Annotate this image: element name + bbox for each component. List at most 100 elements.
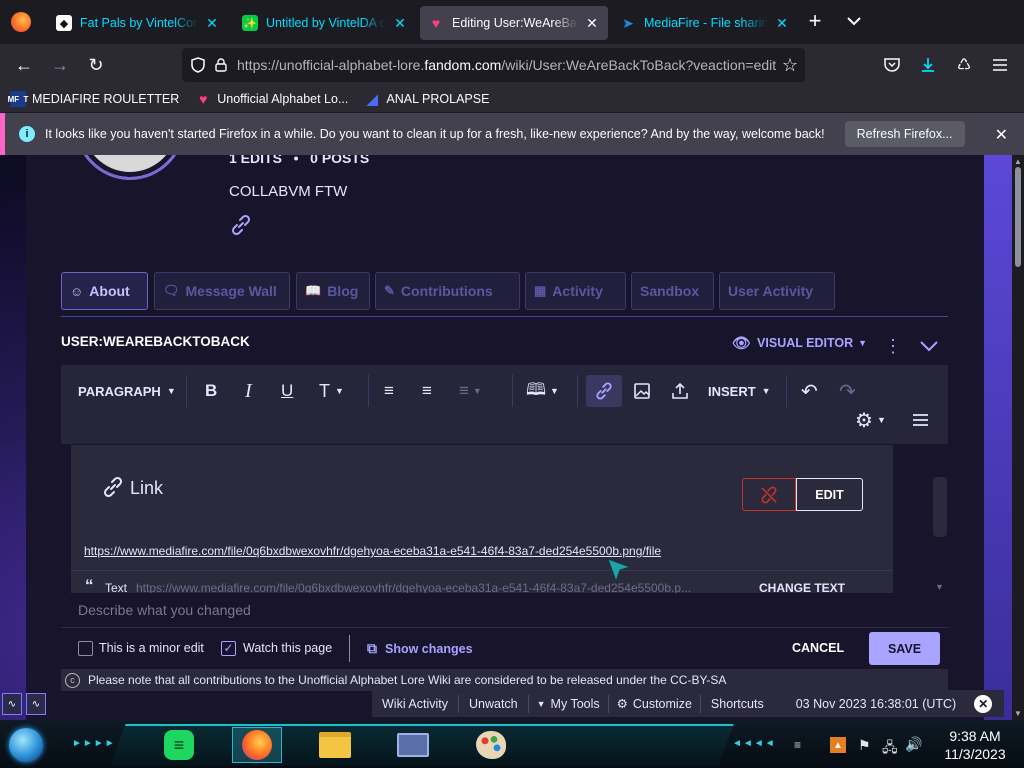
pocket-icon[interactable] (878, 51, 906, 79)
taskbar-control-panel-icon[interactable] (388, 727, 438, 763)
wiki-bar-widget-left[interactable]: ∿ (2, 693, 22, 715)
upload-icon[interactable] (671, 379, 689, 403)
back-arrow-icon[interactable]: ← (10, 51, 38, 79)
tab-untitled[interactable]: ✨ Untitled by VintelDA on ✕ (234, 6, 416, 40)
edit-link-button[interactable]: EDIT (796, 478, 863, 511)
unlink-button[interactable] (742, 478, 796, 511)
new-tab-button[interactable]: + (803, 10, 827, 34)
taskbar-file-explorer-icon[interactable] (310, 727, 360, 763)
downloads-icon[interactable] (914, 51, 942, 79)
tab-fat-pals[interactable]: ◆ Fat Pals by VintelCompa ✕ (48, 6, 228, 40)
close-tab-icon[interactable]: ✕ (774, 15, 790, 32)
underline-icon[interactable]: U (281, 379, 293, 403)
bold-icon[interactable]: B (205, 379, 217, 403)
insert-dropdown[interactable]: INSERT ▼ (708, 379, 771, 403)
close-toolbar-icon[interactable]: ✕ (974, 694, 993, 713)
italic-icon[interactable]: I (245, 379, 252, 403)
wiki-activity-link[interactable]: Wiki Activity (372, 697, 458, 711)
indent-icon[interactable]: ≡ ▼ (459, 379, 482, 403)
refresh-firefox-button[interactable]: Refresh Firefox... (844, 121, 965, 147)
bookmark-mediafire-rouletter[interactable]: MF T MEDIAFIRE ROULETTER (8, 91, 179, 107)
bookmark-star-icon[interactable]: ☆ (776, 51, 804, 79)
minor-edit-checkbox[interactable] (78, 641, 93, 656)
shortcuts-link[interactable]: Shortcuts (701, 697, 774, 711)
link-url[interactable]: https://www.mediafire.com/file/0q6bxdbwe… (84, 544, 661, 558)
tray-network-icon[interactable]: 🖧 (882, 737, 898, 761)
tab-editing-user[interactable]: ♥ Editing User:WeAreBack ✕ (420, 6, 608, 40)
more-options-icon[interactable]: ⋮ (884, 337, 902, 355)
page-title: USER:WEAREBACKTOBACK (61, 334, 250, 349)
show-hidden-icons-icon[interactable]: ≡ (794, 738, 801, 752)
avatar[interactable] (74, 155, 186, 180)
url-bar[interactable]: https://unofficial-alphabet-lore.fandom.… (182, 48, 805, 82)
close-tab-icon[interactable]: ✕ (204, 15, 220, 32)
close-tab-icon[interactable]: ✕ (392, 15, 408, 32)
edit-summary-input[interactable]: Describe what you changed (78, 602, 251, 618)
text-style-icon[interactable]: T ▼ (319, 379, 344, 403)
tracking-shield-icon[interactable] (191, 57, 205, 73)
tab-message-wall[interactable]: 🗨 Message Wall (154, 272, 290, 310)
watch-page-label: Watch this page (243, 641, 333, 655)
dialog-scrollbar[interactable] (933, 477, 947, 537)
my-tools-menu[interactable]: ▼ My Tools (529, 697, 608, 711)
undo-icon[interactable]: ↶ (801, 379, 818, 403)
redo-icon[interactable]: ↷ (839, 379, 856, 403)
tabs-divider (61, 316, 948, 317)
deviantart-icon: ✨ (242, 15, 258, 31)
show-changes-button[interactable]: ⧉ Show changes (367, 640, 473, 657)
cancel-button[interactable]: CANCEL (792, 641, 844, 655)
image-icon[interactable] (633, 379, 651, 403)
bookmark-unofficial-alphabet-lore[interactable]: ♥ Unofficial Alphabet Lo... (195, 91, 348, 107)
tab-user-activity[interactable]: User Activity (719, 272, 835, 310)
watch-page-checkbox[interactable]: ✓ (221, 641, 236, 656)
cite-book-icon[interactable]: 🕮 ▼ (526, 379, 559, 403)
hamburger-menu-icon[interactable] (912, 408, 929, 432)
bookmark-anal-prolapse[interactable]: ◢ ANAL PROLAPSE (364, 91, 489, 107)
taskbar-clock[interactable]: 9:38 AM 11/3/2023 (934, 727, 1016, 763)
compare-icon: ⧉ (367, 640, 377, 656)
wiki-bar-widget-right[interactable]: ∿ (26, 693, 46, 715)
hamburger-menu-icon[interactable] (986, 51, 1014, 79)
unwatch-link[interactable]: Unwatch (459, 697, 528, 711)
close-notification-icon[interactable]: ✕ (995, 125, 1008, 145)
scroll-down-icon[interactable]: ▼ (935, 582, 944, 592)
taskbar-firefox-icon[interactable] (232, 727, 282, 763)
tab-sandbox[interactable]: Sandbox (631, 272, 714, 310)
start-orb-button[interactable] (9, 728, 43, 762)
extensions-icon[interactable]: ♺ (950, 51, 978, 79)
mediafire-icon: ➤ (622, 14, 634, 31)
window-app-icon (397, 733, 429, 757)
bullet-list-icon[interactable]: ≡ (384, 379, 394, 403)
paragraph-format-dropdown[interactable]: PARAGRAPH ▼ (78, 379, 176, 403)
page-scrollbar[interactable]: ▲ ▼ (1012, 155, 1024, 720)
taskbar-paint-icon[interactable] (466, 727, 516, 763)
gear-icon[interactable]: ⚙ ▼ (855, 408, 886, 432)
customize-link[interactable]: ⚙ Customize (609, 696, 700, 712)
numbered-list-icon[interactable]: ≡ (422, 379, 432, 403)
tab-activity[interactable]: ▦ Activity (525, 272, 626, 310)
tray-flag-icon[interactable]: ⚑ (858, 737, 871, 754)
visual-editor-switch[interactable]: 👁 VISUAL EDITOR ▼ (732, 334, 867, 352)
tab-mediafire[interactable]: ➤ MediaFire - File sharing ✕ (612, 6, 798, 40)
scroll-up-icon[interactable]: ▲ (1014, 157, 1022, 166)
close-tab-icon[interactable]: ✕ (584, 15, 600, 32)
collapse-chevron-icon[interactable] (919, 339, 939, 353)
scroll-down-icon[interactable]: ▼ (1014, 709, 1022, 718)
tab-blog[interactable]: 📖 Blog (296, 272, 370, 310)
change-text-button[interactable]: CHANGE TEXT (759, 581, 845, 593)
taskbar-notes-app-icon[interactable]: ≡ (154, 727, 204, 763)
tab-about[interactable]: ☺ About (61, 272, 148, 310)
link-icon[interactable] (594, 379, 614, 403)
scrollbar-thumb[interactable] (1015, 167, 1021, 267)
tray-volume-icon[interactable]: 🔊 (905, 736, 922, 753)
tray-app-icon[interactable]: ▲ (830, 737, 846, 753)
save-button[interactable]: SAVE (869, 632, 940, 665)
tab-contributions[interactable]: ✎ Contributions (375, 272, 520, 310)
firefox-logo-icon[interactable] (11, 12, 31, 32)
lock-icon[interactable] (215, 58, 227, 72)
list-all-tabs-chevron-icon[interactable] (845, 12, 863, 30)
deviantart-icon: ◆ (56, 15, 72, 31)
forward-arrow-icon[interactable]: → (46, 51, 74, 79)
reload-icon[interactable]: ↻ (82, 51, 110, 79)
profile-link-icon[interactable] (229, 213, 253, 237)
